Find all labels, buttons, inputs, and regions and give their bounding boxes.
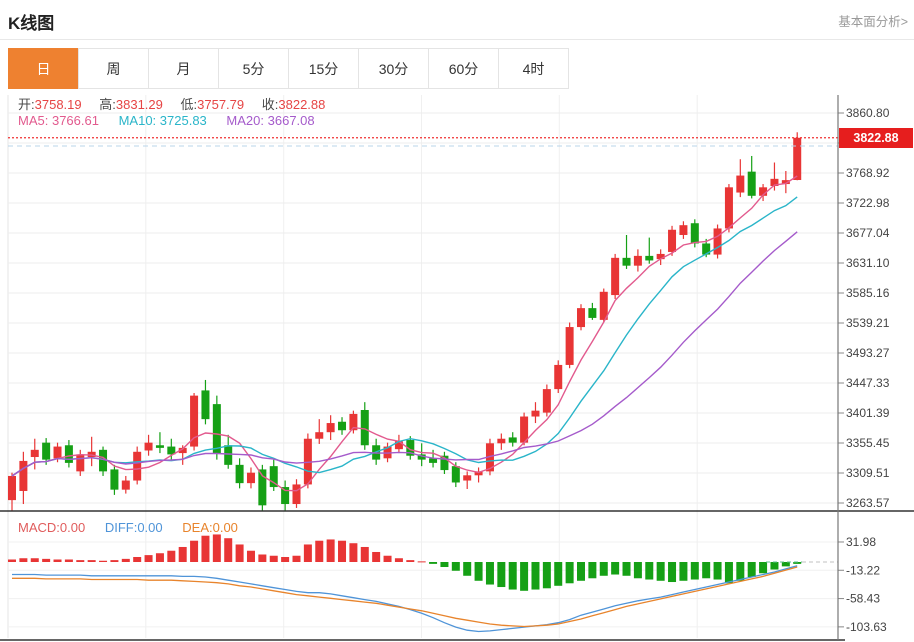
svg-text:-13.22: -13.22 xyxy=(846,563,880,577)
ma10-legend: MA10: 3725.83 xyxy=(119,113,207,128)
ma-legend: MA5: 3766.61 MA10: 3725.83 MA20: 3667.08 xyxy=(18,113,331,128)
ma5-legend: MA5: 3766.61 xyxy=(18,113,99,128)
svg-text:3768.92: 3768.92 xyxy=(846,166,890,180)
last-price-tag: 3822.88 xyxy=(839,128,913,148)
svg-text:3263.57: 3263.57 xyxy=(846,496,890,510)
svg-text:3585.16: 3585.16 xyxy=(846,286,890,300)
svg-text:31.98: 31.98 xyxy=(846,535,876,549)
dea-value-legend: DEA:0.00 xyxy=(182,520,238,535)
svg-text:-58.43: -58.43 xyxy=(846,592,880,606)
candles-group xyxy=(8,132,801,517)
svg-text:3860.80: 3860.80 xyxy=(846,106,890,120)
low-label: 低: xyxy=(181,97,198,112)
svg-text:-103.63: -103.63 xyxy=(846,620,887,634)
svg-text:3539.21: 3539.21 xyxy=(846,316,890,330)
close-value: 3822.88 xyxy=(278,97,325,112)
svg-text:3677.04: 3677.04 xyxy=(846,226,890,240)
close-label: 收: xyxy=(262,97,279,112)
svg-text:3722.98: 3722.98 xyxy=(846,196,890,210)
macd-group xyxy=(8,534,801,631)
macd-legend: MACD:0.00 DIFF:0.00 DEA:0.00 xyxy=(18,520,254,535)
svg-text:3309.51: 3309.51 xyxy=(846,466,890,480)
open-label: 开: xyxy=(18,97,35,112)
svg-text:3822.88: 3822.88 xyxy=(853,131,898,145)
svg-text:3493.27: 3493.27 xyxy=(846,346,890,360)
ma20-legend: MA20: 3667.08 xyxy=(226,113,314,128)
macd-value-legend: MACD:0.00 xyxy=(18,520,85,535)
svg-text:3631.10: 3631.10 xyxy=(846,256,890,270)
svg-text:3355.45: 3355.45 xyxy=(846,436,890,450)
svg-text:3447.33: 3447.33 xyxy=(846,376,890,390)
kline-page: K线图 基本面分析> 日 周 月 5分 15分 30分 60分 4时 3860.… xyxy=(0,0,914,642)
open-value: 3758.19 xyxy=(35,97,82,112)
high-label: 高: xyxy=(99,97,116,112)
low-value: 3757.79 xyxy=(197,97,244,112)
svg-text:3401.39: 3401.39 xyxy=(846,406,890,420)
diff-value-legend: DIFF:0.00 xyxy=(105,520,163,535)
high-value: 3831.29 xyxy=(116,97,163,112)
ohlc-legend: 开:3758.19 高:3831.29 低:3757.79 收:3822.88 xyxy=(18,94,339,113)
